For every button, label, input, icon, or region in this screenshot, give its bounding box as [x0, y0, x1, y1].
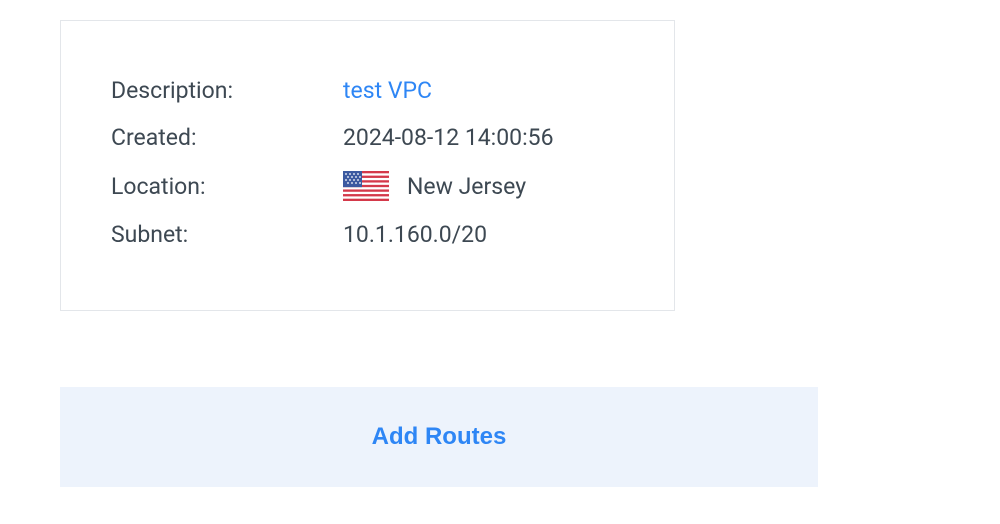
location-value-wrap: New Jersey — [343, 171, 526, 201]
location-label: Location: — [111, 173, 343, 200]
vpc-info-card: Description: test VPC Created: 2024-08-1… — [60, 20, 675, 311]
subnet-value: 10.1.160.0/20 — [343, 221, 487, 248]
subnet-row: Subnet: 10.1.160.0/20 — [111, 221, 624, 248]
description-label: Description: — [111, 77, 343, 104]
subnet-label: Subnet: — [111, 221, 343, 248]
us-flag-icon — [343, 171, 389, 201]
location-row: Location: — [111, 171, 624, 201]
description-row: Description: test VPC — [111, 77, 624, 104]
description-value[interactable]: test VPC — [343, 77, 432, 104]
created-label: Created: — [111, 124, 343, 151]
location-value: New Jersey — [407, 173, 526, 200]
add-routes-button[interactable]: Add Routes — [60, 387, 818, 487]
created-value: 2024-08-12 14:00:56 — [343, 124, 554, 151]
created-row: Created: 2024-08-12 14:00:56 — [111, 124, 624, 151]
